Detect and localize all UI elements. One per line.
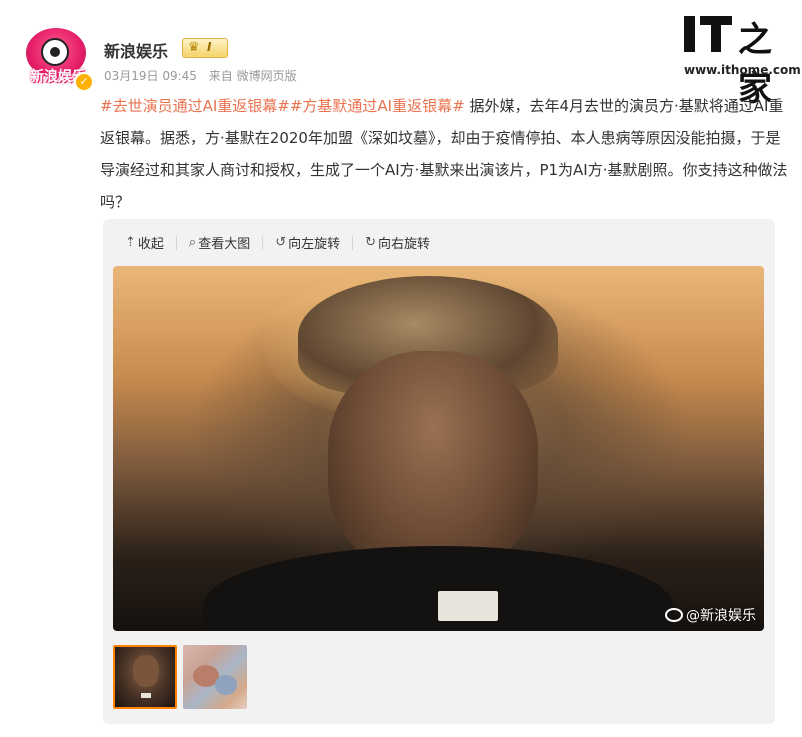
image-toolbar: ⇡ 收起 ⌕ 查看大图 ↺ 向左旋转 ↻ 向右旋转 (125, 233, 430, 252)
vip-badge[interactable]: ♛ I (182, 38, 228, 58)
thumbnail-1[interactable] (113, 645, 177, 709)
post-meta: 03月19日 09:45 来自 微博网页版 (104, 67, 305, 84)
rotate-right-label: 向右旋转 (378, 237, 431, 252)
rotate-right-button[interactable]: ↻ 向右旋转 (365, 233, 430, 252)
post-text: #去世演员通过AI重返银幕##方基默通过AI重返银幕# 据外媒，去年4月去世的演… (100, 90, 790, 218)
crown-icon: ♛ (188, 40, 200, 55)
eye-icon (41, 38, 69, 66)
thumb-collar-shape (141, 693, 151, 698)
main-image[interactable]: @新浪娱乐 (113, 266, 764, 631)
rotate-left-icon: ↺ (275, 235, 287, 250)
hashtag-link[interactable]: #方基默通过AI重返银幕# (290, 97, 465, 115)
face-shape (328, 351, 538, 571)
post-source: 来自 微博网页版 (208, 69, 297, 83)
collapse-button[interactable]: ⇡ 收起 (125, 233, 164, 252)
thumb-shape (215, 675, 237, 695)
view-large-button[interactable]: ⌕ 查看大图 (189, 233, 250, 252)
thumb-face-shape (133, 655, 159, 687)
thumbnail-2[interactable] (183, 645, 247, 709)
divider (262, 235, 264, 250)
divider (175, 235, 177, 250)
badge-level: I (207, 40, 212, 54)
hashtag-link[interactable]: #去世演员通过AI重返银幕# (100, 97, 290, 115)
collapse-label: 收起 (137, 237, 164, 252)
divider (352, 235, 354, 250)
watermark-text: @新浪娱乐 (686, 608, 756, 624)
collapse-icon: ⇡ (125, 235, 136, 250)
ithome-logo: 之家 (684, 14, 794, 109)
weibo-icon (665, 608, 683, 622)
rotate-left-label: 向左旋转 (288, 237, 341, 252)
media-card: ⇡ 收起 ⌕ 查看大图 ↺ 向左旋转 ↻ 向右旋转 @新浪娱乐 (103, 219, 775, 724)
view-large-label: 查看大图 (198, 237, 251, 252)
ithome-url: www.ithome.com (684, 63, 801, 77)
rotate-right-icon: ↻ (365, 235, 377, 250)
clerical-collar (438, 591, 498, 621)
logo-i-shape (684, 16, 695, 52)
search-icon: ⌕ (188, 235, 197, 250)
logo-t-stem (711, 16, 721, 52)
image-watermark: @新浪娱乐 (665, 605, 756, 625)
verified-icon: ✓ (74, 72, 94, 92)
thumbnail-strip (113, 645, 253, 709)
username[interactable]: 新浪娱乐 (104, 38, 168, 62)
post-date[interactable]: 03月19日 09:45 (104, 69, 197, 83)
avatar[interactable]: 新浪娱乐 ✓ (22, 28, 94, 92)
rotate-left-button[interactable]: ↺ 向左旋转 (275, 233, 340, 252)
